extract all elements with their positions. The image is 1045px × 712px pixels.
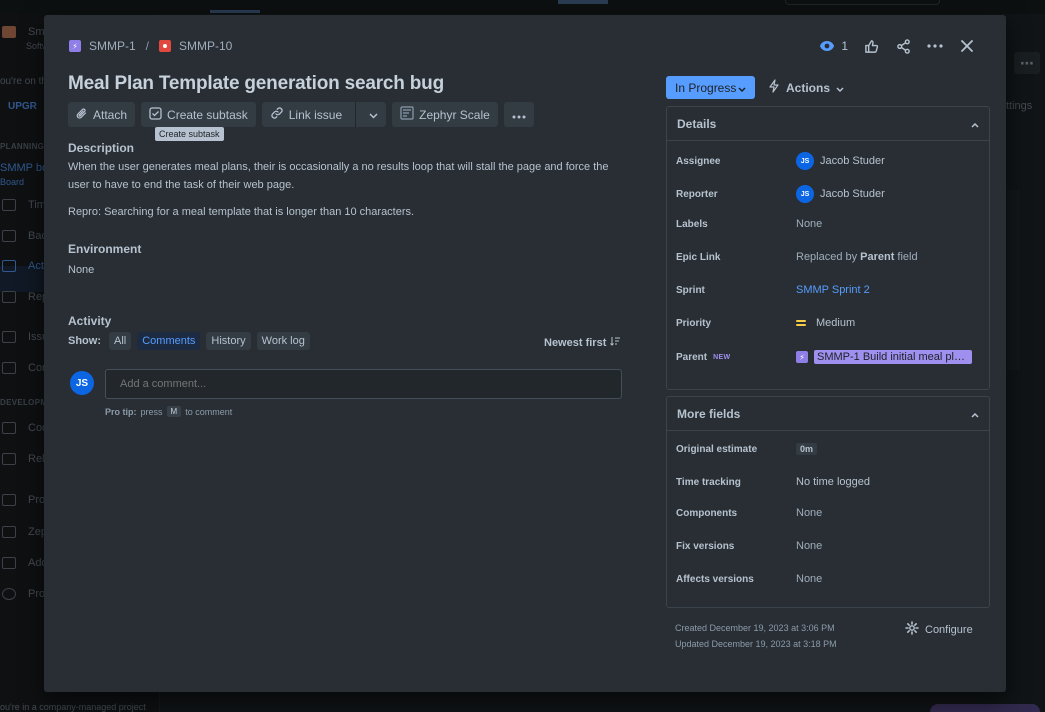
field-time-tracking: Time tracking No time logged (676, 476, 870, 488)
activity-filter-bar: Show: All Comments History Work log (68, 332, 310, 350)
link-issue-button[interactable]: Link issue (262, 102, 350, 127)
assignee-value[interactable]: JS Jacob Studer (796, 152, 885, 170)
priority-value[interactable]: Medium (796, 317, 855, 329)
chevron-down-icon (369, 108, 378, 122)
activity-heading: Activity (68, 314, 112, 328)
link-issue-group: Link issue (261, 102, 387, 127)
avatar: JS (796, 152, 814, 170)
avatar: JS (70, 371, 94, 395)
description-paragraph: When the user generates meal plans, thei… (68, 161, 609, 191)
paperclip-icon (76, 107, 88, 123)
issue-toolbar: Attach Create subtask Link issue Zephyr … (68, 102, 534, 127)
created-timestamp: Created December 19, 2023 at 3:06 PM (675, 623, 835, 633)
sort-button[interactable]: Newest first (544, 336, 621, 349)
configure-button[interactable]: Configure (905, 621, 973, 638)
components-value[interactable]: None (796, 507, 822, 519)
epic-link-value: Replaced by Parent field (796, 251, 918, 263)
field-reporter: Reporter JS Jacob Studer (676, 185, 981, 203)
field-parent: Parent NEW ⚡ SMMP-1 Build initial meal p… (676, 350, 972, 364)
tooltip: Create subtask (155, 127, 224, 141)
zephyr-scale-button[interactable]: Zephyr Scale (392, 102, 498, 127)
breadcrumb-separator: / (145, 39, 150, 53)
pro-tip: Pro tip: press M to comment (105, 406, 233, 417)
epic-icon: ⚡ (69, 40, 81, 52)
issue-modal: ⚡ SMMP-1 / SMMP-10 1 Meal Plan Template … (44, 15, 1006, 692)
lightning-icon (768, 79, 780, 96)
more-fields-panel: More fields Original estimate 0m Time tr… (666, 396, 990, 608)
field-epic-link: Epic Link Replaced by Parent field (676, 251, 918, 263)
comment-input[interactable] (105, 369, 622, 399)
filter-history[interactable]: History (206, 332, 251, 350)
details-panel: Details Assignee JS Jacob Studer Reporte… (666, 106, 990, 390)
more-fields-panel-header[interactable]: More fields (667, 397, 989, 431)
sprint-link[interactable]: SMMP Sprint 2 (796, 284, 870, 296)
description-paragraph: Repro: Searching for a meal template tha… (68, 206, 415, 218)
avatar: JS (796, 185, 814, 203)
watch-button[interactable]: 1 (818, 37, 848, 55)
breadcrumb-issue[interactable]: SMMP-10 (159, 39, 232, 53)
zephyr-icon (400, 106, 414, 123)
original-estimate-value[interactable]: 0m (796, 443, 818, 455)
chevron-up-icon (971, 117, 979, 131)
new-badge: NEW (713, 353, 731, 361)
toolbar-divider (355, 102, 357, 127)
like-icon[interactable] (862, 37, 880, 55)
field-affects-versions: Affects versions None (676, 573, 823, 585)
details-panel-header[interactable]: Details (667, 107, 989, 141)
more-icon (512, 108, 526, 122)
environment-heading: Environment (68, 242, 142, 256)
keyboard-shortcut: M (166, 406, 182, 417)
eye-icon (818, 37, 836, 55)
close-icon[interactable] (958, 37, 976, 55)
field-original-estimate: Original estimate 0m (676, 443, 981, 455)
issue-title[interactable]: Meal Plan Template generation search bug (68, 73, 444, 95)
field-fix-versions: Fix versions None (676, 540, 823, 552)
actions-dropdown[interactable]: Actions (768, 76, 844, 99)
breadcrumb-parent[interactable]: ⚡ SMMP-1 (69, 39, 136, 53)
show-label: Show: (68, 335, 101, 347)
chevron-down-icon (738, 81, 746, 95)
chevron-down-icon (836, 81, 844, 95)
affects-versions-value[interactable]: None (796, 573, 822, 585)
breadcrumb: ⚡ SMMP-1 / SMMP-10 (69, 39, 232, 53)
field-sprint: Sprint SMMP Sprint 2 (676, 284, 870, 296)
modal-header-actions: 1 (818, 37, 976, 55)
field-components: Components None (676, 507, 823, 519)
link-issue-dropdown[interactable] (361, 102, 386, 127)
reporter-value[interactable]: JS Jacob Studer (796, 185, 885, 203)
epic-icon: ⚡ (796, 351, 808, 363)
gear-icon (905, 621, 919, 638)
description-heading: Description (68, 141, 135, 155)
bug-icon (159, 40, 172, 52)
link-icon (270, 106, 284, 123)
time-tracking-value[interactable]: No time logged (796, 476, 870, 488)
share-icon[interactable] (894, 37, 912, 55)
filter-work-log[interactable]: Work log (256, 332, 310, 350)
more-icon[interactable] (926, 37, 944, 55)
attach-button[interactable]: Attach (68, 102, 136, 127)
filter-comments[interactable]: Comments (137, 332, 201, 350)
parent-chip: SMMP-1 Build initial meal plan templates (814, 350, 972, 364)
filter-all[interactable]: All (109, 332, 132, 350)
environment-value[interactable]: None (68, 264, 94, 276)
toolbar-more-button[interactable] (503, 102, 534, 127)
labels-value[interactable]: None (796, 218, 822, 230)
parent-value[interactable]: ⚡ SMMP-1 Build initial meal plan templat… (796, 350, 972, 364)
watchers-count: 1 (841, 39, 848, 53)
field-assignee: Assignee JS Jacob Studer (676, 152, 981, 170)
priority-medium-icon (796, 320, 806, 326)
sort-icon (610, 336, 621, 349)
field-priority: Priority Medium (676, 317, 856, 329)
field-labels: Labels None (676, 218, 823, 230)
updated-timestamp: Updated December 19, 2023 at 3:18 PM (675, 639, 837, 649)
status-dropdown[interactable]: In Progress (666, 76, 755, 99)
chevron-up-icon (971, 407, 979, 421)
create-subtask-button[interactable]: Create subtask (141, 102, 256, 127)
fix-versions-value[interactable]: None (796, 540, 822, 552)
subtask-icon (149, 106, 162, 123)
description-body[interactable]: When the user generates meal plans, thei… (68, 158, 628, 221)
